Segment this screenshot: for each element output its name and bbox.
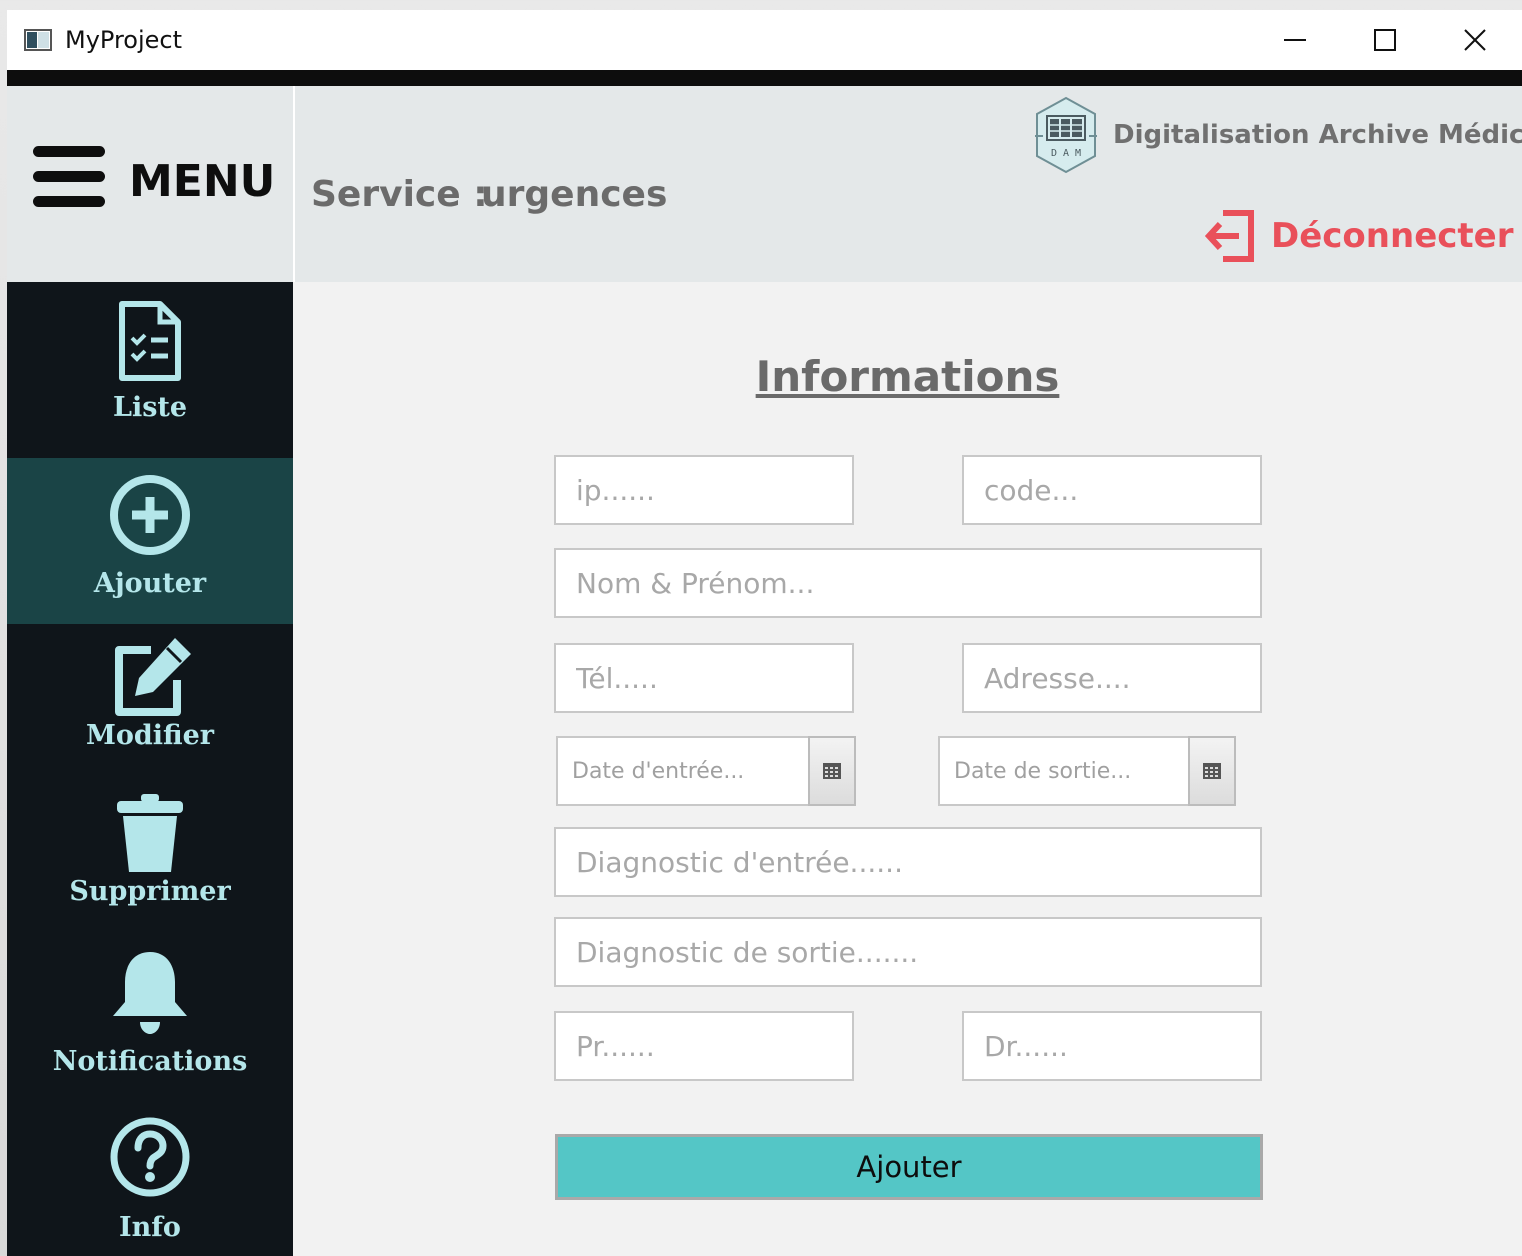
app-window: MyProject MENU Service : urgences D A M … <box>7 10 1522 1256</box>
logout-icon <box>1205 210 1254 262</box>
minimize-button[interactable] <box>1250 10 1340 70</box>
question-circle-icon <box>110 1117 190 1197</box>
diagnostic-in-field[interactable] <box>554 827 1262 897</box>
calendar-icon <box>1203 763 1221 779</box>
pr-field[interactable] <box>554 1011 854 1081</box>
plus-circle-icon <box>110 475 190 555</box>
trash-icon <box>117 794 183 872</box>
maximize-button[interactable] <box>1340 10 1430 70</box>
add-button[interactable]: Ajouter <box>555 1134 1263 1200</box>
sidebar-label: Info <box>119 1212 181 1243</box>
sidebar-item-liste[interactable]: Liste <box>7 282 293 448</box>
service-value: urgences <box>481 174 668 215</box>
sidebar-label: Modifier <box>85 720 215 751</box>
diagnostic-out-field[interactable] <box>554 917 1262 987</box>
sidebar-item-info[interactable]: Info <box>7 1104 293 1256</box>
app-icon <box>24 29 52 51</box>
date-in-field[interactable] <box>556 736 808 806</box>
top-strip <box>7 70 1522 86</box>
brand-title: Digitalisation Archive Médical <box>1113 120 1522 150</box>
header-bar: Service : urgences D A M Digitalisation … <box>295 86 1522 282</box>
logout-button[interactable]: Déconnecter <box>1205 208 1514 264</box>
checklist-document-icon <box>119 301 181 381</box>
date-out-picker[interactable] <box>938 736 1236 806</box>
date-out-field[interactable] <box>938 736 1188 806</box>
minimize-icon <box>1284 39 1306 41</box>
sidebar-item-supprimer[interactable]: Supprimer <box>7 782 293 938</box>
tel-field[interactable] <box>554 643 854 713</box>
title-bar: MyProject <box>7 10 1522 70</box>
sidebar-label: Supprimer <box>69 876 231 907</box>
date-out-calendar-button[interactable] <box>1188 736 1236 806</box>
hamburger-icon[interactable] <box>33 146 105 208</box>
close-icon <box>1464 29 1486 51</box>
calendar-icon <box>823 763 841 779</box>
menu-label: MENU <box>129 156 276 207</box>
date-in-picker[interactable] <box>556 736 856 806</box>
sidebar: Liste Ajouter Modifier Supprimer Notific… <box>7 282 293 1256</box>
sidebar-label: Ajouter <box>93 568 207 599</box>
svg-text:D A M: D A M <box>1051 148 1081 159</box>
address-field[interactable] <box>962 643 1262 713</box>
close-button[interactable] <box>1430 10 1520 70</box>
bell-icon <box>113 952 187 1034</box>
menu-header[interactable]: MENU <box>7 86 293 282</box>
name-field[interactable] <box>554 548 1262 618</box>
maximize-icon <box>1374 29 1396 51</box>
form-title: Informations <box>755 352 1060 401</box>
dr-field[interactable] <box>962 1011 1262 1081</box>
logout-label: Déconnecter <box>1271 216 1514 256</box>
main-content: Informations ip...... code... Nom & Prén… <box>293 282 1522 1256</box>
ip-field[interactable] <box>554 455 854 525</box>
code-field[interactable] <box>962 455 1262 525</box>
sidebar-label: Notifications <box>52 1046 248 1077</box>
sidebar-item-notifications[interactable]: Notifications <box>7 938 293 1104</box>
edit-icon <box>115 638 191 716</box>
sidebar-item-ajouter[interactable]: Ajouter <box>7 458 293 624</box>
date-in-calendar-button[interactable] <box>808 736 856 806</box>
service-label: Service : <box>311 174 488 215</box>
window-title: MyProject <box>65 26 183 54</box>
archive-logo-icon: D A M <box>1035 96 1097 174</box>
sidebar-item-modifier[interactable]: Modifier <box>7 626 293 782</box>
sidebar-label: Liste <box>112 392 188 423</box>
